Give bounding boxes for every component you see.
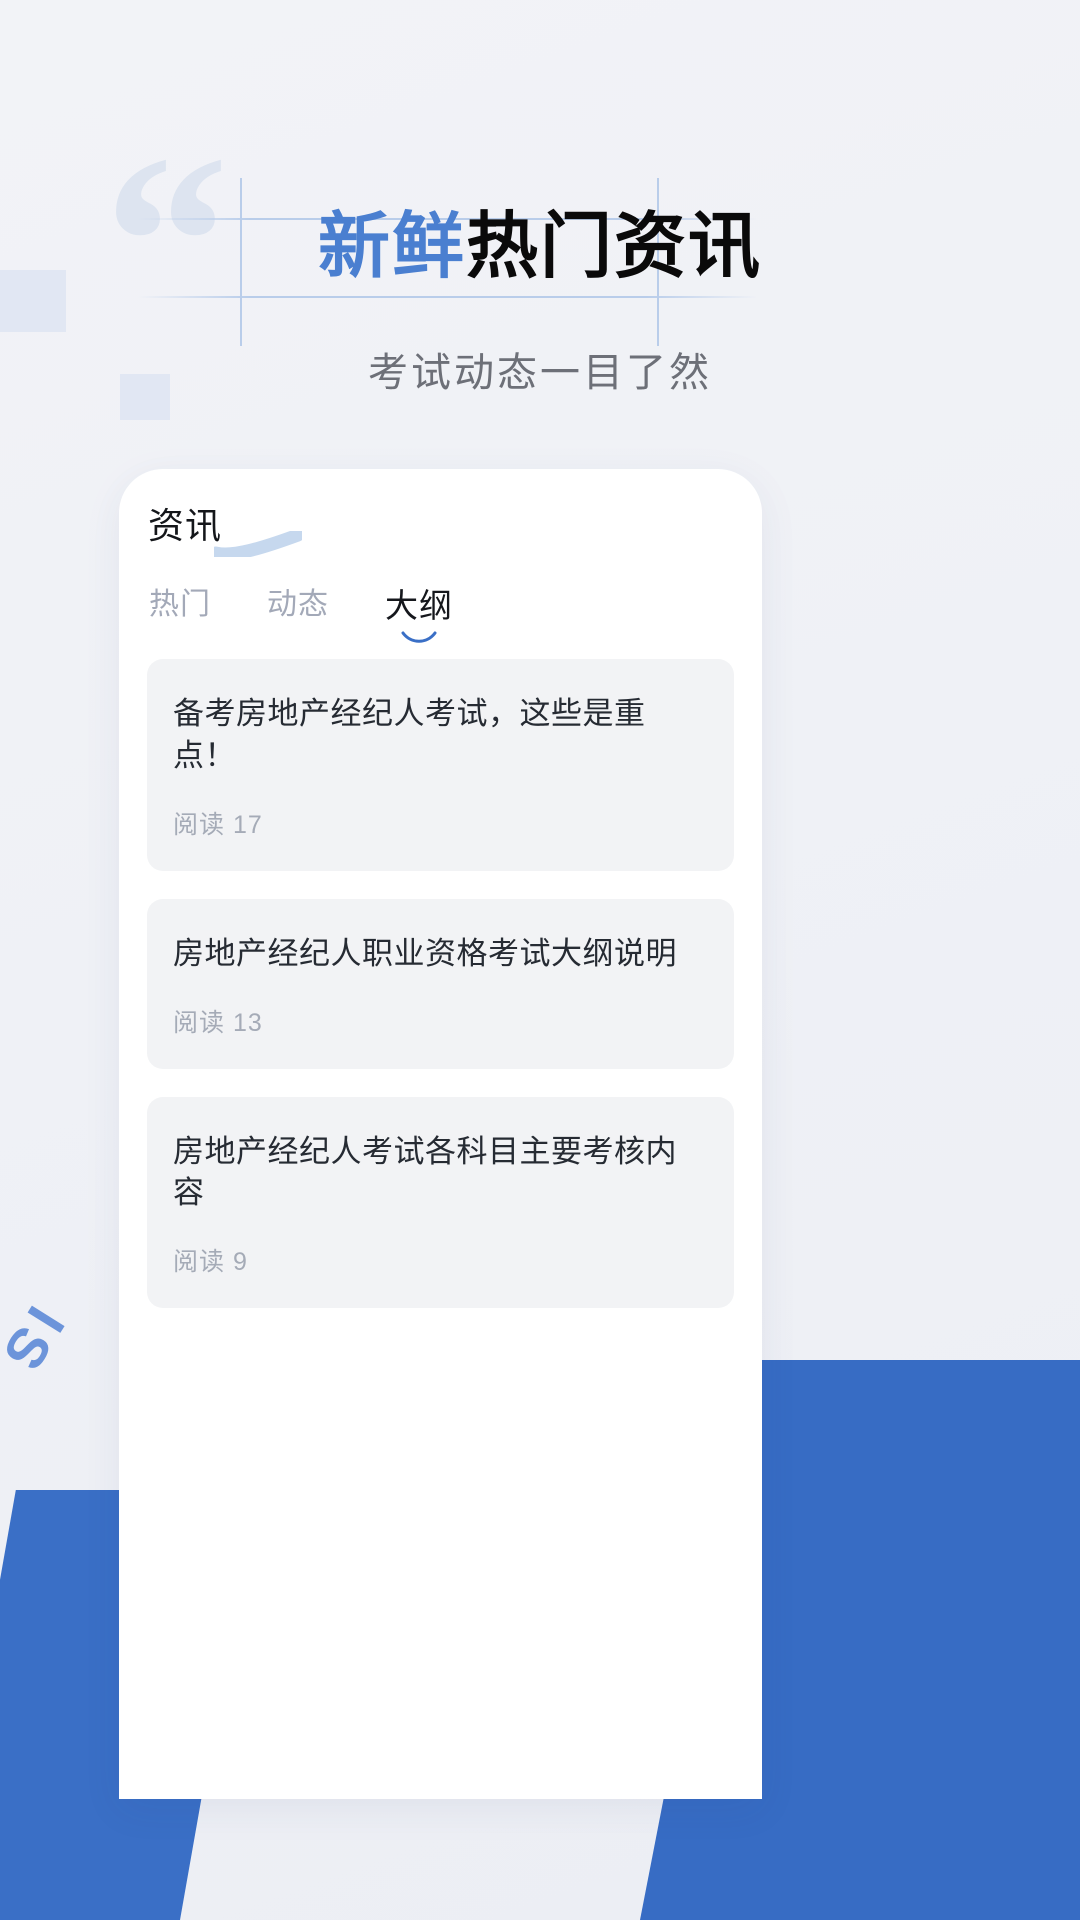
article-title: 备考房地产经纪人考试，这些是重点！ [173,696,646,773]
watermark-study-tail-text: IS [0,1296,78,1388]
app-card: 资讯 热门 动态 大纲 备考房地产经纪人考试，这些是重点！ 阅读 17 房地产经… [119,469,762,1799]
list-item[interactable]: 备考房地产经纪人考试，这些是重点！ 阅读 17 [147,659,734,871]
article-read-count: 阅读 9 [173,1248,248,1277]
tab-hot[interactable]: 热门 [149,579,211,639]
list-item[interactable]: 房地产经纪人考试各科目主要考核内容 阅读 9 [147,1096,734,1309]
page-subtitle: 考试动态一目了然 [368,351,712,395]
card-title: 资讯 [148,505,223,546]
page-root: PAGE 02 STUDY IS “ 新鲜热门资讯 考试动态一目了然 资讯 热门… [0,0,1080,1920]
tab-dynamic-label: 动态 [267,588,329,621]
underline-swoosh-icon [214,531,302,557]
article-title: 房地产经纪人考试各科目主要考核内容 [173,1133,677,1211]
page-title-rest: 热门资讯 [466,207,763,287]
tab-hot-label: 热门 [149,588,211,621]
article-list: 备考房地产经纪人考试，这些是重点！ 阅读 17 房地产经纪人职业资格考试大纲说明… [147,659,734,1336]
article-read-count: 阅读 17 [173,810,263,839]
page-title: 新鲜热门资讯 [0,207,1080,287]
article-title: 房地产经纪人职业资格考试大纲说明 [173,935,677,971]
article-read-count: 阅读 13 [173,1008,263,1037]
guide-line-horizontal-bottom [138,296,758,298]
tab-outline[interactable]: 大纲 [385,579,453,643]
page-title-highlight: 新鲜 [317,207,466,287]
tab-dynamic[interactable]: 动态 [267,579,329,639]
tab-outline-label: 大纲 [385,587,453,624]
active-tab-chevron-icon [401,631,437,643]
tab-bar: 热门 动态 大纲 [149,579,453,643]
list-item[interactable]: 房地产经纪人职业资格考试大纲说明 阅读 13 [147,898,734,1069]
